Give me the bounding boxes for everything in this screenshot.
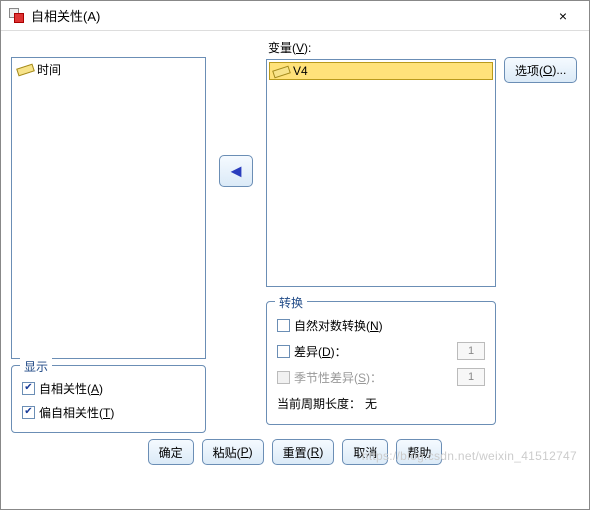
checkbox-label: 差异(D)： [294,343,347,360]
ruler-icon [273,65,289,77]
group-legend: 转换 [275,294,307,311]
checkbox-label: 自相关性(A) [39,380,103,397]
checkbox-label: 季节性差异(S)： [294,369,382,386]
list-item[interactable]: 时间 [14,60,203,78]
display-group: 显示 自相关性(A) 偏自相关性(T) [11,365,206,433]
move-variable-button[interactable]: ◄ [219,155,253,187]
options-button[interactable]: 选项(O)... [504,57,577,83]
reset-button[interactable]: 重置(R) [272,439,335,465]
cancel-button[interactable]: 取消 [342,439,388,465]
checkbox-checked-icon [22,382,35,395]
checkbox-disabled-icon [277,371,290,384]
checkbox-label: 偏自相关性(T) [39,404,114,421]
ok-button[interactable]: 确定 [148,439,194,465]
period-label: 当前周期长度： [277,395,361,412]
list-item[interactable]: V4 [269,62,493,80]
app-icon [9,8,25,24]
window-title: 自相关性(A) [31,6,541,25]
list-item-label: V4 [293,64,308,78]
checkbox-checked-icon [22,406,35,419]
source-variable-list[interactable]: 时间 [11,57,206,359]
variables-label: 变量(V): [268,39,496,56]
period-value: 无 [365,395,377,412]
checkbox-unchecked-icon [277,345,290,358]
seasonal-difference-value-input: 1 [457,368,485,386]
checkbox-unchecked-icon [277,319,290,332]
log-transform-checkbox-row[interactable]: 自然对数转换(N) [277,312,485,338]
autocorrelation-checkbox-row[interactable]: 自相关性(A) [22,376,195,400]
checkbox-label: 自然对数转换(N) [294,317,383,334]
paste-button[interactable]: 粘贴(P) [202,439,264,465]
partial-autocorrelation-checkbox-row[interactable]: 偏自相关性(T) [22,400,195,424]
dialog-content: 时间 显示 自相关性(A) 偏自相关性(T) ◄ [1,31,589,471]
difference-checkbox-row[interactable]: 差异(D)： 1 [277,338,485,364]
arrow-left-icon: ◄ [227,161,245,182]
ruler-icon [17,63,33,75]
seasonal-difference-checkbox-row: 季节性差异(S)： 1 [277,364,485,390]
close-button[interactable]: × [541,2,585,30]
transform-group: 转换 自然对数转换(N) 差异(D)： 1 季节性差异(S)： 1 [266,301,496,425]
variables-list[interactable]: V4 [266,59,496,287]
current-period-row: 当前周期长度： 无 [277,390,485,416]
group-legend: 显示 [20,358,52,375]
difference-value-input: 1 [457,342,485,360]
titlebar: 自相关性(A) × [1,1,589,31]
list-item-label: 时间 [37,61,61,78]
dialog-button-row: 确定 粘贴(P) 重置(R) 取消 帮助 [11,439,579,465]
help-button[interactable]: 帮助 [396,439,442,465]
